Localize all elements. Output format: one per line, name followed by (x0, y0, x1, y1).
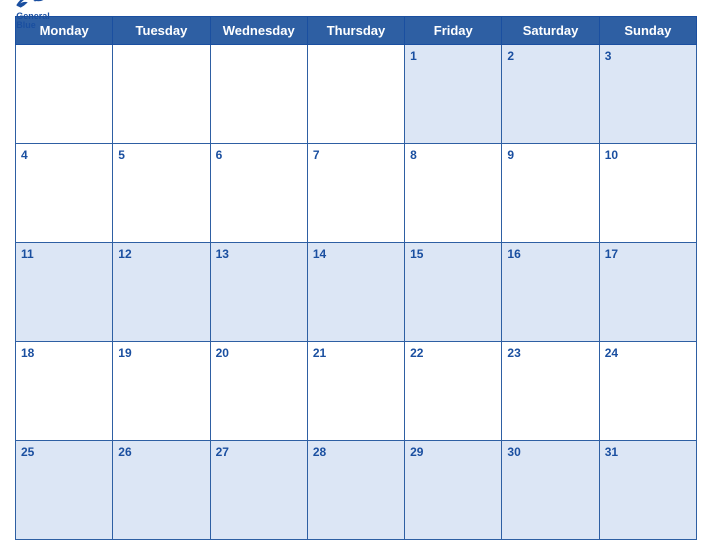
day-number: 3 (605, 49, 612, 63)
calendar-cell: 1 (405, 45, 502, 144)
calendar-cell (113, 45, 210, 144)
day-header-friday: Friday (405, 17, 502, 45)
day-number: 2 (507, 49, 514, 63)
calendar-cell: 2 (502, 45, 599, 144)
day-number: 15 (410, 247, 423, 261)
calendar-week-row: 25 26 27 28 29 30 31 (16, 441, 697, 540)
calendar-cell: 6 (210, 144, 307, 243)
day-number: 29 (410, 445, 423, 459)
calendar-cell: 7 (307, 144, 404, 243)
calendar-cell: 29 (405, 441, 502, 540)
day-number: 8 (410, 148, 417, 162)
calendar-cell: 31 (599, 441, 696, 540)
day-number: 20 (216, 346, 229, 360)
calendar-table: MondayTuesdayWednesdayThursdayFridaySatu… (15, 16, 697, 540)
calendar-cell: 10 (599, 144, 696, 243)
day-header-thursday: Thursday (307, 17, 404, 45)
day-number: 11 (21, 247, 34, 261)
day-number: 25 (21, 445, 34, 459)
calendar-cell: 23 (502, 342, 599, 441)
day-number: 1 (410, 49, 417, 63)
calendar-cell: 19 (113, 342, 210, 441)
calendar-cell (16, 45, 113, 144)
calendar-cell (307, 45, 404, 144)
calendar-cell: 25 (16, 441, 113, 540)
day-number: 28 (313, 445, 326, 459)
day-number: 30 (507, 445, 520, 459)
calendar-week-row: 1 2 3 (16, 45, 697, 144)
day-number: 5 (118, 148, 125, 162)
day-number: 18 (21, 346, 34, 360)
calendar-cell: 17 (599, 243, 696, 342)
day-header-sunday: Sunday (599, 17, 696, 45)
calendar-cell: 14 (307, 243, 404, 342)
day-number: 13 (216, 247, 229, 261)
calendar-cell: 13 (210, 243, 307, 342)
day-header-saturday: Saturday (502, 17, 599, 45)
calendar-cell (210, 45, 307, 144)
calendar-cell: 18 (16, 342, 113, 441)
calendar-cell: 22 (405, 342, 502, 441)
day-number: 17 (605, 247, 618, 261)
calendar-cell: 26 (113, 441, 210, 540)
calendar-cell: 16 (502, 243, 599, 342)
day-number: 12 (118, 247, 131, 261)
calendar-cell: 3 (599, 45, 696, 144)
calendar-cell: 5 (113, 144, 210, 243)
calendar-cell: 27 (210, 441, 307, 540)
calendar-cell: 15 (405, 243, 502, 342)
calendar-week-row: 18 19 20 21 22 23 24 (16, 342, 697, 441)
calendar-cell: 28 (307, 441, 404, 540)
day-number: 10 (605, 148, 618, 162)
day-header-tuesday: Tuesday (113, 17, 210, 45)
calendar-week-row: 11 12 13 14 15 16 17 (16, 243, 697, 342)
day-number: 6 (216, 148, 223, 162)
logo: General Blue (15, 0, 51, 30)
calendar-cell: 9 (502, 144, 599, 243)
day-number: 27 (216, 445, 229, 459)
day-number: 9 (507, 148, 514, 162)
day-number: 14 (313, 247, 326, 261)
day-number: 24 (605, 346, 618, 360)
calendar-cell: 12 (113, 243, 210, 342)
calendar-cell: 30 (502, 441, 599, 540)
day-header-wednesday: Wednesday (210, 17, 307, 45)
calendar-header-row: MondayTuesdayWednesdayThursdayFridaySatu… (16, 17, 697, 45)
calendar-cell: 11 (16, 243, 113, 342)
calendar-cell: 21 (307, 342, 404, 441)
day-number: 21 (313, 346, 326, 360)
calendar-cell: 8 (405, 144, 502, 243)
calendar-cell: 24 (599, 342, 696, 441)
day-number: 16 (507, 247, 520, 261)
day-number: 23 (507, 346, 520, 360)
day-number: 4 (21, 148, 28, 162)
day-number: 19 (118, 346, 131, 360)
logo-text: General Blue (16, 12, 50, 30)
calendar-week-row: 4 5 6 7 8 9 10 (16, 144, 697, 243)
calendar-cell: 20 (210, 342, 307, 441)
day-number: 31 (605, 445, 618, 459)
day-number: 26 (118, 445, 131, 459)
day-number: 22 (410, 346, 423, 360)
calendar-cell: 4 (16, 144, 113, 243)
day-number: 7 (313, 148, 320, 162)
